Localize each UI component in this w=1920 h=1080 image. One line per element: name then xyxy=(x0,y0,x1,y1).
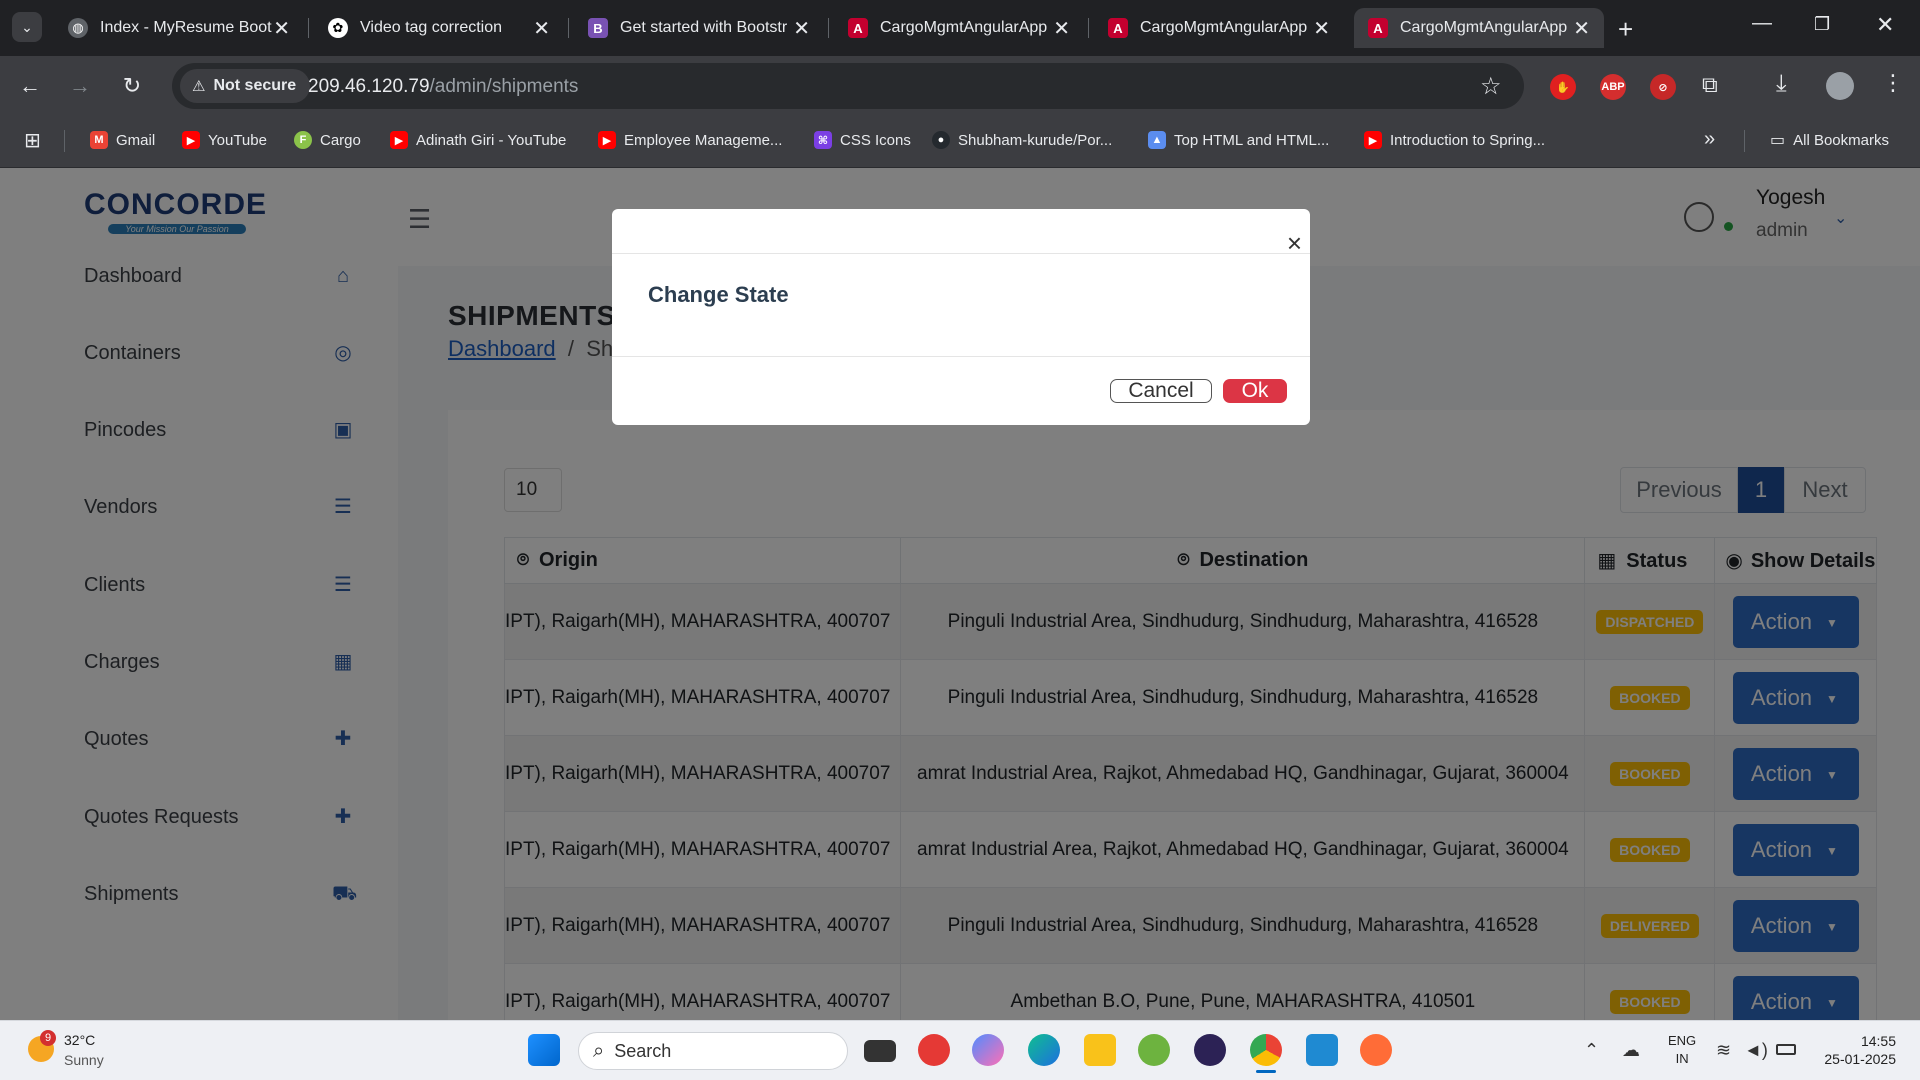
browser-tab-active[interactable]: A CargoMgmtAngularApp ✕ xyxy=(1354,8,1604,48)
close-icon[interactable]: ✕ xyxy=(273,16,290,41)
back-button[interactable]: ← xyxy=(14,70,46,102)
angular-icon: A xyxy=(1368,18,1388,38)
close-icon[interactable]: ✕ xyxy=(533,16,550,41)
task-view-icon[interactable] xyxy=(864,1040,896,1062)
security-chip[interactable]: ⚠ Not secure xyxy=(180,69,311,103)
browser-tab[interactable]: ◍ Index - MyResume Boot ✕ xyxy=(54,8,304,48)
warning-icon: ⚠ xyxy=(192,78,206,95)
angular-icon: A xyxy=(848,18,868,38)
bookmark-cargo[interactable]: F Cargo xyxy=(294,130,361,150)
eclipse-icon[interactable] xyxy=(1194,1034,1226,1066)
youtube-icon: ▶ xyxy=(598,131,616,149)
browser-tab-strip: ⌄ ◍ Index - MyResume Boot ✕ ✿ Video tag … xyxy=(0,0,1920,56)
extensions-puzzle-icon[interactable]: ⧉ xyxy=(1702,72,1718,98)
postman-icon[interactable] xyxy=(1360,1034,1392,1066)
youtube-icon: ▶ xyxy=(390,131,408,149)
weather-badge: 9 xyxy=(40,1030,56,1046)
modal-divider xyxy=(612,356,1310,357)
wps-office-icon[interactable] xyxy=(918,1034,950,1066)
browser-tab[interactable]: A CargoMgmtAngularApp ✕ xyxy=(1094,8,1344,48)
taskbar-search[interactable]: ⌕ Search xyxy=(578,1032,848,1070)
ok-button[interactable]: Ok xyxy=(1223,379,1287,403)
bookmark-github[interactable]: ● Shubham-kurude/Por... xyxy=(932,130,1112,150)
bookmark-adinath[interactable]: ▶ Adinath Giri - YouTube xyxy=(390,130,566,150)
youtube-icon: ▶ xyxy=(1364,131,1382,149)
change-state-modal: × Change State Cancel Ok xyxy=(612,209,1310,425)
profile-avatar[interactable] xyxy=(1826,72,1854,100)
battery-icon[interactable] xyxy=(1776,1044,1796,1055)
spring-tool-icon[interactable] xyxy=(1138,1034,1170,1066)
download-icon[interactable]: ⤓ xyxy=(1776,70,1787,98)
angular-icon: A xyxy=(1108,18,1128,38)
extension-badge-icon[interactable]: ⊘ xyxy=(1650,74,1676,100)
youtube-icon: ▶ xyxy=(182,131,200,149)
bookmark-spring[interactable]: ▶ Introduction to Spring... xyxy=(1364,130,1545,150)
bookmark-employee[interactable]: ▶ Employee Manageme... xyxy=(598,130,782,150)
apps-grid-icon[interactable]: ⊞ xyxy=(24,128,41,153)
more-bookmarks-icon[interactable]: » xyxy=(1704,128,1715,151)
menu-kebab-icon[interactable]: ⋮ xyxy=(1882,70,1904,96)
github-icon: ● xyxy=(932,131,950,149)
openai-icon: ✿ xyxy=(328,18,348,38)
bookmark-css-icons[interactable]: ⌘ CSS Icons xyxy=(814,130,911,150)
bookmark-star-icon[interactable]: ☆ xyxy=(1480,72,1502,101)
modal-title: Change State xyxy=(648,282,789,307)
close-window-button[interactable]: ✕ xyxy=(1876,12,1894,38)
bookmark-gmail[interactable]: M Gmail xyxy=(90,130,155,150)
modal-divider xyxy=(612,253,1310,254)
new-tab-button[interactable]: + xyxy=(1618,14,1633,45)
wifi-icon[interactable]: ≋ xyxy=(1716,1040,1731,1061)
language-indicator[interactable]: ENG IN xyxy=(1668,1032,1696,1068)
close-icon[interactable]: ✕ xyxy=(1573,16,1590,41)
minimize-button[interactable]: — xyxy=(1752,12,1772,35)
browser-tab[interactable]: B Get started with Bootstr ✕ xyxy=(574,8,824,48)
reload-button[interactable]: ↻ xyxy=(116,70,148,102)
volume-icon[interactable]: ◄) xyxy=(1744,1040,1768,1061)
close-icon[interactable]: ✕ xyxy=(793,16,810,41)
close-icon[interactable]: ✕ xyxy=(1053,16,1070,41)
browser-tab[interactable]: A CargoMgmtAngularApp ✕ xyxy=(834,8,1084,48)
bootstrap-icon: B xyxy=(588,18,608,38)
windows-start-icon[interactable] xyxy=(528,1034,560,1066)
chevron-up-icon[interactable]: ⌃ xyxy=(1584,1040,1599,1061)
file-explorer-icon[interactable] xyxy=(1084,1034,1116,1066)
tab-search-button[interactable]: ⌄ xyxy=(12,12,42,42)
forward-button[interactable]: → xyxy=(64,70,96,102)
bookmark-html[interactable]: ▲ Top HTML and HTML... xyxy=(1148,130,1329,150)
bookmark-youtube[interactable]: ▶ YouTube xyxy=(182,130,267,150)
all-bookmarks[interactable]: ▭ All Bookmarks xyxy=(1770,130,1889,150)
active-app-indicator xyxy=(1256,1070,1276,1073)
css-icons-icon: ⌘ xyxy=(814,131,832,149)
abp-icon[interactable]: ABP xyxy=(1600,74,1626,100)
restore-button[interactable]: ❐ xyxy=(1814,14,1830,35)
chrome-icon[interactable] xyxy=(1250,1034,1282,1066)
vscode-icon[interactable] xyxy=(1306,1034,1338,1066)
edge-icon[interactable] xyxy=(1028,1034,1060,1066)
clock[interactable]: 14:55 25-01-2025 xyxy=(1816,1032,1896,1068)
copilot-icon[interactable] xyxy=(972,1034,1004,1066)
close-icon[interactable]: ✕ xyxy=(1313,16,1330,41)
onedrive-icon[interactable]: ☁ xyxy=(1622,1040,1640,1061)
mountain-icon: ▲ xyxy=(1148,131,1166,149)
url-text[interactable]: 209.46.120.79/admin/shipments xyxy=(308,76,578,98)
weather-widget[interactable]: 9 32°C Sunny xyxy=(24,1030,144,1074)
adblock-icon[interactable]: ✋ xyxy=(1550,74,1576,100)
cargo-icon: F xyxy=(294,131,312,149)
folder-icon: ▭ xyxy=(1770,132,1786,149)
browser-tab[interactable]: ✿ Video tag correction ✕ xyxy=(314,8,564,48)
globe-icon: ◍ xyxy=(68,18,88,38)
search-icon: ⌕ xyxy=(593,1039,605,1062)
cancel-button[interactable]: Cancel xyxy=(1110,379,1212,403)
close-icon[interactable]: × xyxy=(1287,230,1302,256)
gmail-icon: M xyxy=(90,131,108,149)
